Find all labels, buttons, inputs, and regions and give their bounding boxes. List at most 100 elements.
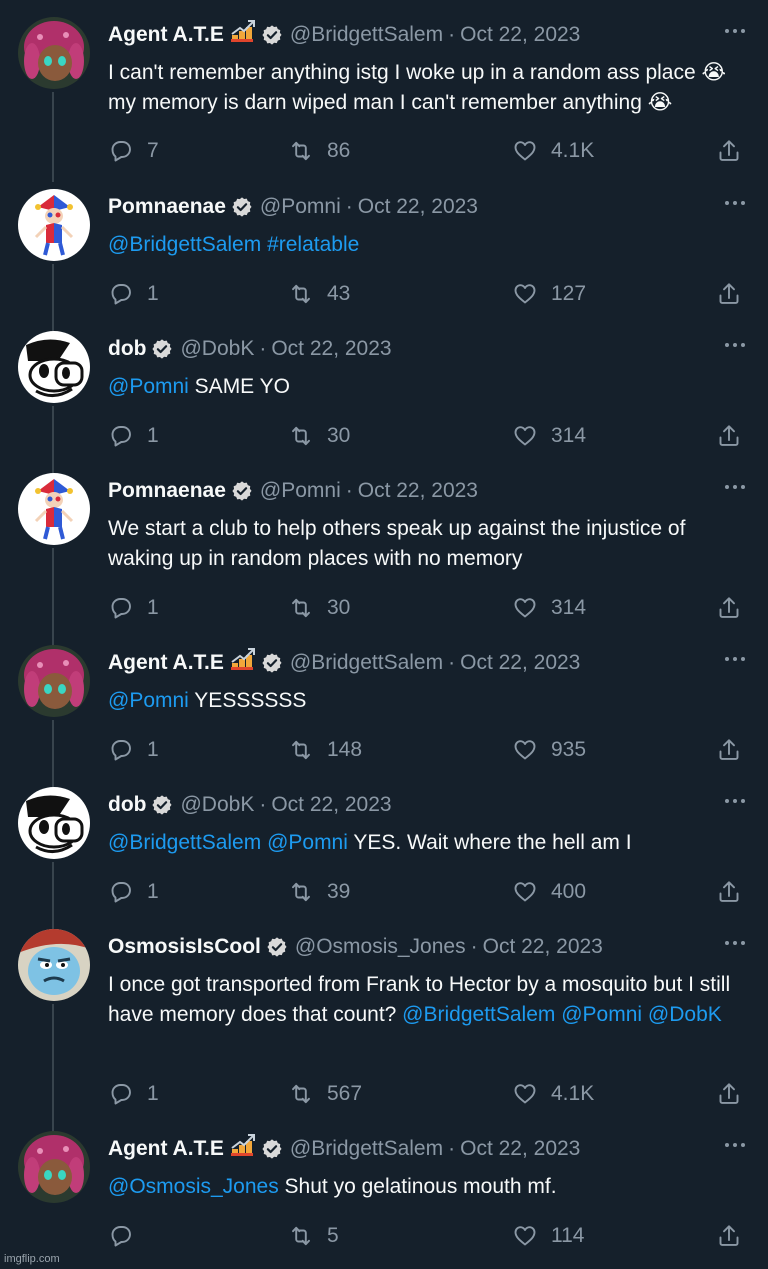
- user-handle[interactable]: @DobK: [180, 790, 254, 820]
- tweet[interactable]: Pomnaenae @Pomni · Oct 22, 2023 @BridgettSal…: [0, 172, 768, 334]
- display-name[interactable]: OsmosisIsCool: [108, 932, 261, 962]
- display-name[interactable]: Agent A.T.E: [108, 1134, 224, 1164]
- tweet[interactable]: Agent A.T.E @BridgettSalem · Oct 22, 2023 @P…: [0, 628, 768, 790]
- user-handle[interactable]: @BridgettSalem: [290, 648, 443, 678]
- share-button[interactable]: [716, 1078, 742, 1110]
- like-button[interactable]: 314: [512, 592, 586, 624]
- mention-link[interactable]: @Pomni: [108, 689, 189, 712]
- signal-graph-emoji-icon: [230, 19, 255, 42]
- share-button[interactable]: [716, 420, 742, 452]
- user-handle[interactable]: @Osmosis_Jones: [295, 932, 466, 962]
- reply-button[interactable]: 1: [108, 420, 159, 452]
- reply-button[interactable]: 1: [108, 734, 159, 766]
- display-name[interactable]: Pomnaenae: [108, 476, 226, 506]
- watermark: imgflip.com: [4, 1253, 60, 1265]
- retweet-button[interactable]: 30: [288, 420, 350, 452]
- retweet-button[interactable]: 148: [288, 734, 362, 766]
- mention-link[interactable]: @Osmosis_Jones: [108, 1175, 279, 1198]
- tweet-text: @Pomni SAME YO: [108, 372, 744, 402]
- mention-link[interactable]: @DobK: [648, 1003, 722, 1026]
- tweet-date[interactable]: Oct 22, 2023: [460, 20, 580, 50]
- retweet-button[interactable]: 567: [288, 1078, 362, 1110]
- reply-button[interactable]: 7: [108, 135, 159, 167]
- retweet-button[interactable]: 86: [288, 135, 350, 167]
- crying-emoji: 😭: [647, 91, 673, 114]
- display-name[interactable]: Pomnaenae: [108, 192, 226, 222]
- user-handle[interactable]: @Pomni: [260, 192, 341, 222]
- mention-link[interactable]: @Pomni: [561, 1003, 642, 1026]
- display-name[interactable]: dob: [108, 790, 146, 820]
- like-button[interactable]: 314: [512, 420, 586, 452]
- hashtag-link[interactable]: #relatable: [267, 233, 359, 256]
- cartoon-dog-avatar[interactable]: [18, 331, 90, 403]
- retweet-button[interactable]: 43: [288, 278, 350, 310]
- user-handle[interactable]: @BridgettSalem: [290, 20, 443, 50]
- jester-avatar[interactable]: [18, 189, 90, 261]
- tweet-actions: 1 30 314: [108, 420, 748, 452]
- octoling-avatar[interactable]: [18, 17, 90, 89]
- reply-button[interactable]: 1: [108, 278, 159, 310]
- like-button[interactable]: 4.1K: [512, 1078, 594, 1110]
- tweet-date[interactable]: Oct 22, 2023: [271, 790, 391, 820]
- retweet-button[interactable]: 5: [288, 1220, 339, 1252]
- osmosis-avatar[interactable]: [18, 929, 90, 1001]
- more-options-icon[interactable]: [724, 652, 746, 666]
- retweet-button[interactable]: 30: [288, 592, 350, 624]
- tweet[interactable]: Agent A.T.E @BridgettSalem · Oct 22, 2023 @O…: [0, 1114, 768, 1269]
- display-name[interactable]: dob: [108, 334, 146, 364]
- share-button[interactable]: [716, 135, 742, 167]
- tweet-date[interactable]: Oct 22, 2023: [358, 476, 478, 506]
- retweet-count: 86: [327, 139, 351, 162]
- user-handle[interactable]: @Pomni: [260, 476, 341, 506]
- heart-icon: [514, 882, 536, 902]
- tweet[interactable]: OsmosisIsCool @Osmosis_Jones · Oct 22, 2023…: [0, 912, 768, 1134]
- tweet-thread: Agent A.T.E @BridgettSalem · Oct 22, 2023 I …: [0, 0, 768, 1269]
- retweet-button[interactable]: 39: [288, 876, 350, 908]
- share-button[interactable]: [716, 278, 742, 310]
- more-options-icon[interactable]: [724, 480, 746, 494]
- jester-avatar[interactable]: [18, 473, 90, 545]
- cartoon-dog-avatar[interactable]: [18, 787, 90, 859]
- reply-button[interactable]: 1: [108, 592, 159, 624]
- more-options-icon[interactable]: [724, 338, 746, 352]
- mention-link[interactable]: @BridgettSalem: [402, 1003, 555, 1026]
- share-icon: [719, 425, 739, 446]
- octoling-avatar[interactable]: [18, 1131, 90, 1203]
- tweet-date[interactable]: Oct 22, 2023: [358, 192, 478, 222]
- mention-link[interactable]: @BridgettSalem: [108, 233, 261, 256]
- octoling-avatar[interactable]: [18, 645, 90, 717]
- like-button[interactable]: 4.1K: [512, 135, 594, 167]
- reply-button[interactable]: 1: [108, 1078, 159, 1110]
- share-button[interactable]: [716, 876, 742, 908]
- more-options-icon[interactable]: [724, 936, 746, 950]
- display-name[interactable]: Agent A.T.E: [108, 648, 224, 678]
- share-button[interactable]: [716, 592, 742, 624]
- tweet-date[interactable]: Oct 22, 2023: [271, 334, 391, 364]
- display-name[interactable]: Agent A.T.E: [108, 20, 224, 50]
- mention-link[interactable]: @Pomni: [108, 375, 189, 398]
- share-button[interactable]: [716, 734, 742, 766]
- tweet-date[interactable]: Oct 22, 2023: [460, 648, 580, 678]
- user-handle[interactable]: @DobK: [180, 334, 254, 364]
- like-button[interactable]: 400: [512, 876, 586, 908]
- like-button[interactable]: 114: [512, 1220, 584, 1252]
- reply-button[interactable]: 1: [108, 876, 159, 908]
- tweet[interactable]: dob @DobK · Oct 22, 2023 @Pomni SAME YO 1 30 31…: [0, 314, 768, 476]
- user-handle[interactable]: @BridgettSalem: [290, 1134, 443, 1164]
- mention-link[interactable]: @Pomni: [267, 831, 348, 854]
- more-options-icon[interactable]: [724, 794, 746, 808]
- reply-button[interactable]: [108, 1220, 147, 1252]
- like-button[interactable]: 935: [512, 734, 586, 766]
- more-options-icon[interactable]: [724, 196, 746, 210]
- more-options-icon[interactable]: [724, 1138, 746, 1152]
- tweet[interactable]: Pomnaenae @Pomni · Oct 22, 2023 We start a c…: [0, 456, 768, 648]
- tweet[interactable]: Agent A.T.E @BridgettSalem · Oct 22, 2023 I …: [0, 0, 768, 182]
- tweet-actions: 1 39 400: [108, 876, 748, 908]
- more-options-icon[interactable]: [724, 24, 746, 38]
- tweet-date[interactable]: Oct 22, 2023: [460, 1134, 580, 1164]
- like-button[interactable]: 127: [512, 278, 586, 310]
- mention-link[interactable]: @BridgettSalem: [108, 831, 261, 854]
- tweet-date[interactable]: Oct 22, 2023: [483, 932, 603, 962]
- share-button[interactable]: [716, 1220, 742, 1252]
- tweet[interactable]: dob @DobK · Oct 22, 2023 @BridgettSalem @Pom…: [0, 770, 768, 932]
